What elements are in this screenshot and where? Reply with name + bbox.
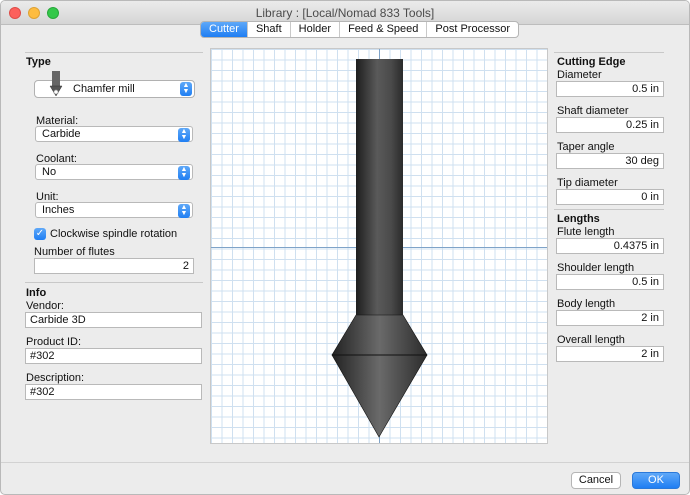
material-value: Carbide [42,128,81,140]
clockwise-label: Clockwise spindle rotation [50,228,178,240]
type-divider [25,52,203,53]
taper-angle-label: Taper angle [557,141,615,153]
vendor-input[interactable]: Carbide 3D [25,312,202,328]
overall-length-input[interactable]: 2 in [556,346,664,362]
material-select[interactable]: Carbide ▲ ▼ [35,126,193,142]
unit-select[interactable]: Inches ▲ ▼ [35,202,193,218]
tool-render [331,59,428,438]
flute-length-input[interactable]: 0.4375 in [556,238,664,254]
coolant-select[interactable]: No ▲ ▼ [35,164,193,180]
type-title: Type [26,56,51,68]
description-label: Description: [26,372,85,384]
cancel-button[interactable]: Cancel [571,472,621,489]
description-input[interactable]: #302 [25,384,202,400]
library-window: Library : [Local/Nomad 833 Tools] Cutter… [0,0,690,495]
up-down-chevron-icon: ▲ ▼ [178,128,190,142]
shaft-diameter-label: Shaft diameter [557,105,629,117]
product-id-input[interactable]: #302 [25,348,202,364]
tab-feed-speed[interactable]: Feed & Speed [340,22,428,37]
flutes-label: Number of flutes [34,246,115,258]
taper-angle-input[interactable]: 30 deg [556,153,664,169]
shaft-diameter-input[interactable]: 0.25 in [556,117,664,133]
flutes-input[interactable]: 2 [34,258,194,274]
tip-diameter-label: Tip diameter [557,177,618,189]
body-length-label: Body length [557,298,616,310]
diameter-input[interactable]: 0.5 in [556,81,664,97]
up-down-chevron-icon: ▲ ▼ [178,166,190,180]
tab-cutter[interactable]: Cutter [201,22,248,37]
ok-button[interactable]: OK [632,472,680,489]
vendor-label: Vendor: [26,300,64,312]
tool-preview-canvas[interactable] [210,48,548,444]
tip-diameter-input[interactable]: 0 in [556,189,664,205]
flute-length-label: Flute length [557,226,615,238]
lengths-title: Lengths [557,213,600,225]
info-title: Info [26,287,47,299]
coolant-value: No [42,166,57,178]
tool-shoulder [331,314,428,356]
clockwise-checkbox[interactable]: ✓ [34,228,46,240]
body-length-input[interactable]: 2 in [556,310,664,326]
diameter-label: Diameter [557,69,602,81]
up-down-chevron-icon: ▲ ▼ [178,204,190,218]
lengths-divider [554,209,664,210]
tab-post-processor[interactable]: Post Processor [427,22,518,37]
tool-shaft [356,59,403,317]
tool-type-value: Chamfer mill [73,83,135,95]
tool-chamfer-cone [331,354,428,438]
product-id-label: Product ID: [26,336,82,348]
overall-length-label: Overall length [557,334,625,346]
unit-value: Inches [42,204,75,216]
info-divider [25,282,203,283]
tab-bar: Cutter Shaft Holder Feed & Speed Post Pr… [200,21,519,38]
chamfer-mill-icon [49,71,63,97]
cutting-edge-divider [554,52,664,53]
shoulder-length-label: Shoulder length [557,262,635,274]
window-title: Library : [Local/Nomad 833 Tools] [255,6,435,20]
cutting-edge-title: Cutting Edge [557,56,626,68]
tab-holder[interactable]: Holder [291,22,341,37]
up-down-chevron-icon: ▲ ▼ [180,82,192,96]
tab-shaft[interactable]: Shaft [248,22,291,37]
footer-divider [1,462,689,463]
shoulder-length-input[interactable]: 0.5 in [556,274,664,290]
